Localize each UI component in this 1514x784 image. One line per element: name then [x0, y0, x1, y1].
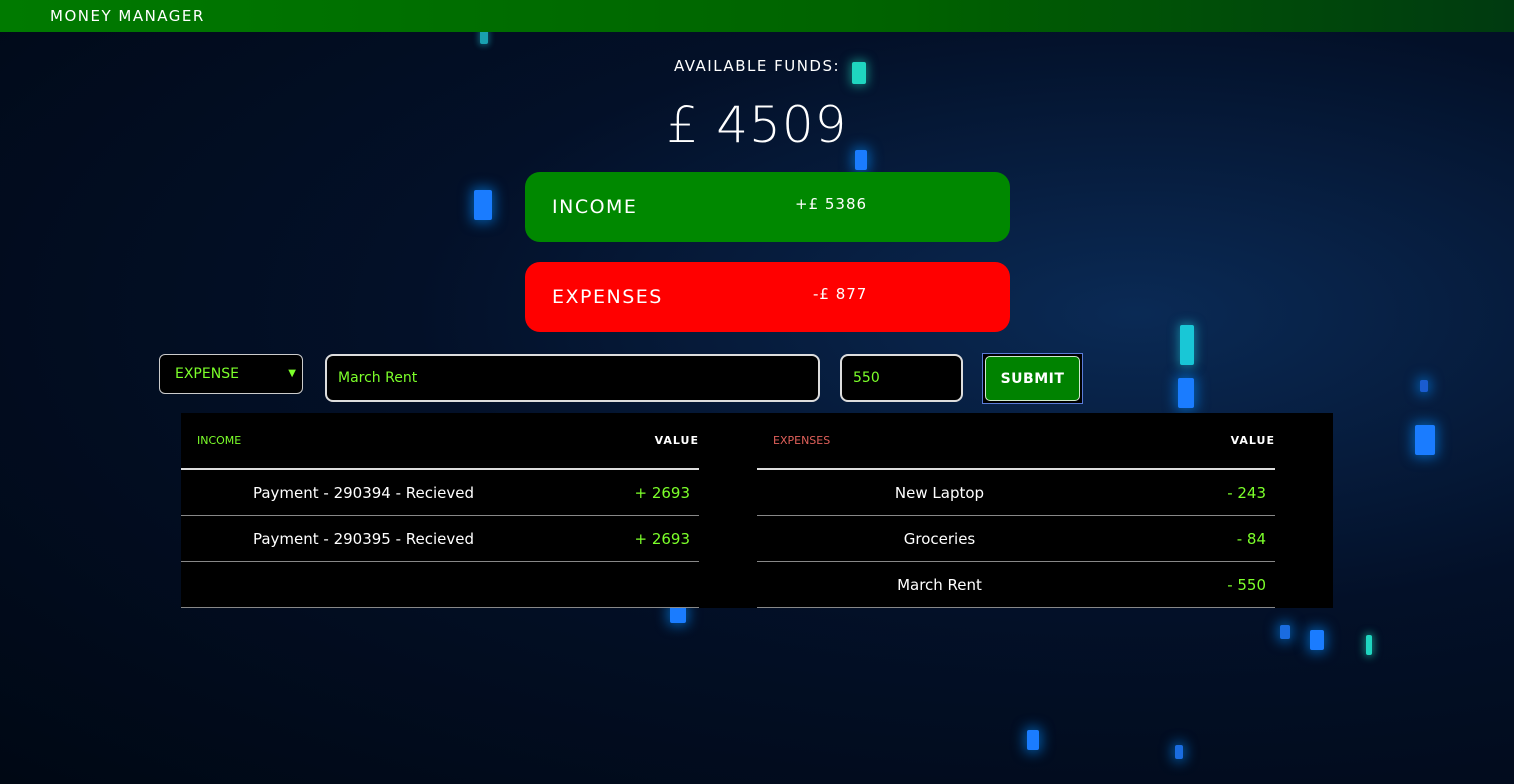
- income-summary-card: INCOME +£ 5386: [525, 172, 1010, 242]
- transaction-type-value: EXPENSE: [175, 366, 239, 382]
- expenses-table-header: EXPENSES VALUE: [757, 413, 1275, 470]
- description-input[interactable]: March Rent: [325, 354, 820, 402]
- app-title: MONEY MANAGER: [50, 7, 205, 25]
- available-funds-label: AVAILABLE FUNDS:: [673, 57, 841, 75]
- table-row: Groceries - 84: [757, 516, 1275, 562]
- expense-item-amount: - 550: [1227, 576, 1266, 594]
- submit-button-label: SUBMIT: [985, 356, 1080, 401]
- expense-item-name: Groceries: [903, 530, 976, 548]
- table-row: Payment - 290395 - Recieved + 2693: [181, 516, 699, 562]
- expenses-summary-label: EXPENSES: [552, 286, 663, 308]
- income-table: INCOME VALUE Payment - 290394 - Recieved…: [181, 413, 699, 608]
- income-table-header: INCOME VALUE: [181, 413, 699, 470]
- expense-item-amount: - 84: [1236, 530, 1266, 548]
- submit-button[interactable]: SUBMIT: [982, 353, 1083, 404]
- available-funds-value: £ 4509: [666, 96, 848, 154]
- amount-input-value: 550: [853, 370, 880, 386]
- expenses-summary-value: -£ 877: [813, 285, 868, 303]
- expense-item-name: New Laptop: [894, 484, 985, 502]
- income-item-name: Payment - 290394 - Recieved: [252, 484, 475, 502]
- table-row-empty: [181, 562, 699, 608]
- expenses-column-header: EXPENSES: [773, 434, 831, 447]
- expense-item-amount: - 243: [1227, 484, 1266, 502]
- dropdown-caret-icon: ▼: [288, 368, 296, 379]
- income-item-name: Payment - 290395 - Recieved: [252, 530, 475, 548]
- expenses-value-column-header: VALUE: [1230, 434, 1275, 447]
- amount-input[interactable]: 550: [840, 354, 963, 402]
- description-input-value: March Rent: [338, 370, 418, 386]
- expenses-table: EXPENSES VALUE New Laptop - 243 Grocerie…: [757, 413, 1275, 608]
- income-summary-value: +£ 5386: [795, 195, 868, 213]
- income-value-column-header: VALUE: [654, 434, 699, 447]
- transactions-panel: INCOME VALUE Payment - 290394 - Recieved…: [181, 413, 1333, 608]
- transaction-type-select[interactable]: EXPENSE ▼: [159, 354, 303, 394]
- table-row: Payment - 290394 - Recieved + 2693: [181, 470, 699, 516]
- table-row: New Laptop - 243: [757, 470, 1275, 516]
- income-item-amount: + 2693: [634, 484, 690, 502]
- top-bar: MONEY MANAGER: [0, 0, 1514, 32]
- table-row: March Rent - 550: [757, 562, 1275, 608]
- expense-item-name: March Rent: [897, 576, 982, 594]
- expenses-summary-card: EXPENSES -£ 877: [525, 262, 1010, 332]
- income-item-amount: + 2693: [634, 530, 690, 548]
- income-column-header: INCOME: [197, 434, 242, 447]
- income-summary-label: INCOME: [552, 196, 638, 218]
